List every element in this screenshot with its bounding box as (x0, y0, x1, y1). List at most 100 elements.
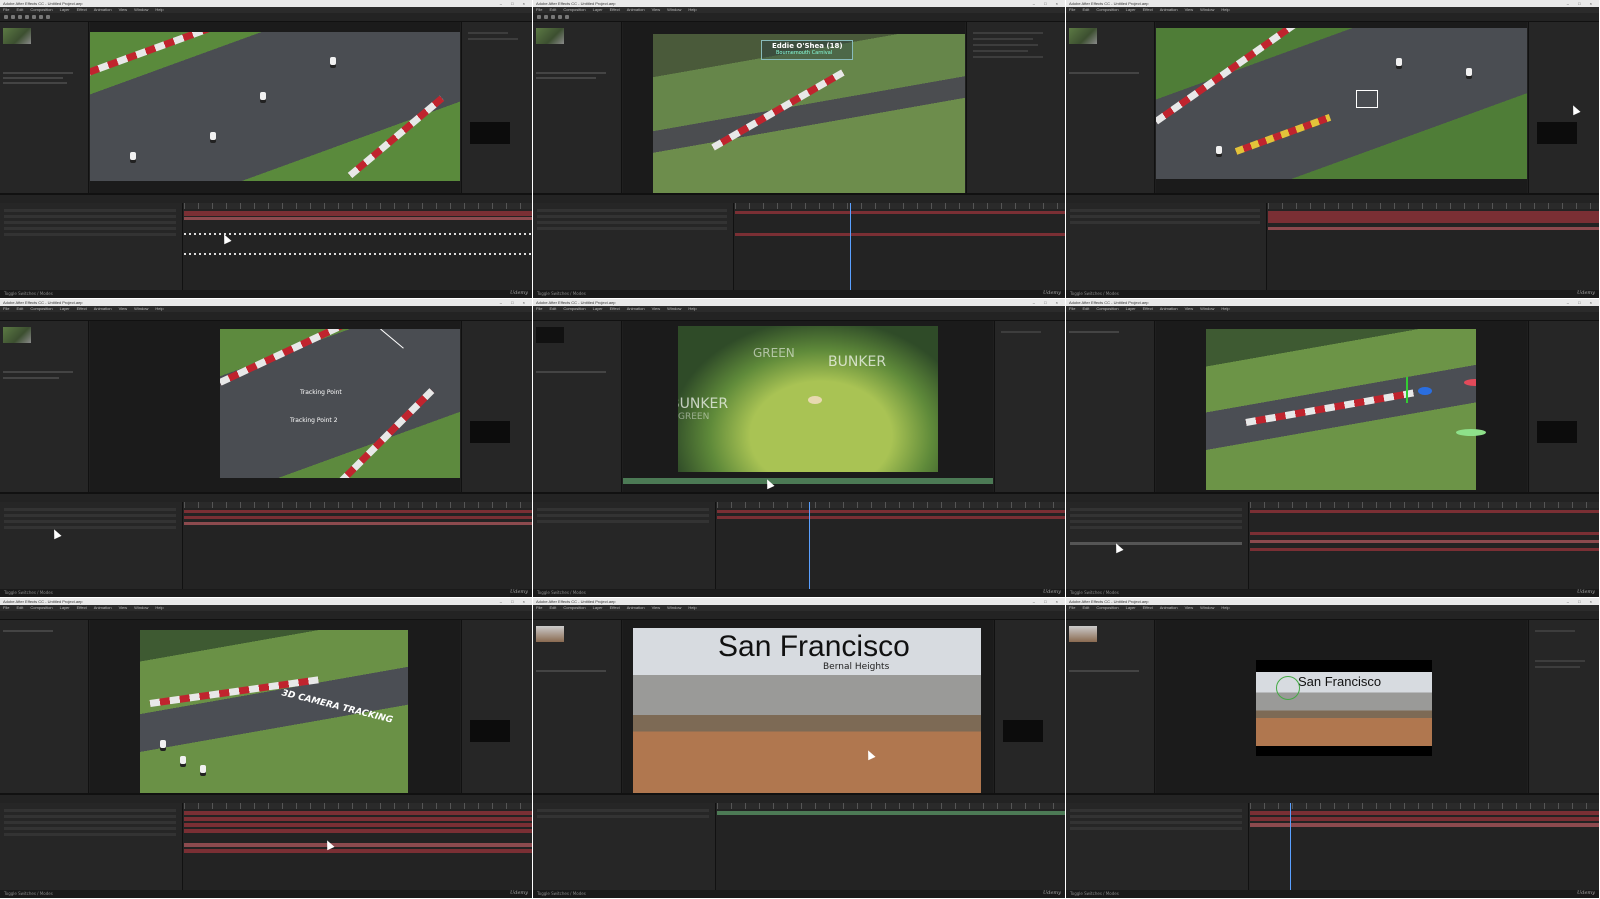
timeline-panel[interactable] (1066, 793, 1599, 890)
tools-toolbar[interactable] (0, 611, 532, 620)
composition-viewer[interactable] (1156, 22, 1527, 195)
ruler (1250, 502, 1599, 508)
bar (184, 211, 532, 216)
tools-toolbar[interactable] (1066, 312, 1599, 321)
lr (537, 221, 727, 224)
timeline-tracks[interactable] (735, 203, 1065, 290)
watermark: Udemy (1043, 890, 1061, 896)
tracking-box[interactable] (1356, 90, 1378, 108)
playhead[interactable] (850, 203, 851, 290)
timeline-panel[interactable] (533, 193, 1065, 290)
row (3, 377, 59, 379)
statusbar: Toggle Switches / Modes Udemy (533, 589, 1065, 597)
composition-viewer[interactable] (90, 22, 460, 195)
layer-list[interactable] (0, 203, 183, 290)
timeline-panel[interactable] (0, 193, 532, 290)
panel-element: Adobe After Effects CC - Untitled Projec… (3, 599, 83, 604)
effects-panel[interactable] (994, 321, 1065, 494)
layer-bar-green[interactable] (623, 478, 993, 484)
layer-list[interactable] (533, 203, 734, 290)
effects-panel[interactable] (461, 620, 532, 795)
san-francisco-title: San Francisco (718, 630, 910, 663)
tools-toolbar[interactable] (533, 611, 1065, 620)
panel-element (4, 15, 8, 19)
ln (973, 32, 1043, 34)
timeline-panel[interactable] (533, 793, 1065, 890)
row (3, 77, 63, 79)
watermark: Udemy (1043, 589, 1061, 595)
composition-viewer[interactable] (1156, 321, 1527, 494)
panel-element (1276, 676, 1300, 700)
playhead (1290, 803, 1291, 890)
project-panel[interactable] (1066, 22, 1155, 195)
effects-panel[interactable] (461, 321, 532, 494)
tools-toolbar[interactable] (1066, 13, 1599, 22)
effects-panel[interactable] (1528, 22, 1599, 195)
project-panel[interactable] (1066, 620, 1155, 795)
thumb (1069, 626, 1097, 642)
project-panel[interactable] (533, 620, 622, 795)
project-panel[interactable] (533, 321, 622, 494)
project-panel[interactable] (1066, 321, 1155, 494)
rider (330, 57, 336, 65)
composition-viewer[interactable]: 3D CAMERA TRACKING (90, 620, 460, 795)
timeline-tracks[interactable] (184, 203, 532, 290)
composition-viewer[interactable]: Tracking Point Tracking Point 2 (90, 321, 460, 494)
panel-element: Toggle Switches / Modes (1070, 291, 1119, 296)
effects-panel[interactable] (1528, 321, 1599, 494)
effects-panel[interactable] (994, 620, 1065, 795)
3d-camera-tracking-text: 3D CAMERA TRACKING (280, 688, 394, 726)
ln (1535, 660, 1585, 662)
watermark: Udemy (1577, 589, 1595, 595)
panel-element: Toggle Switches / Modes (537, 891, 586, 896)
thumb (536, 626, 564, 642)
composition-viewer[interactable]: GREEN BUNKER BUNKER GREEN (623, 321, 993, 494)
timeline-panel[interactable] (533, 492, 1065, 589)
effects-panel[interactable] (1528, 620, 1599, 795)
panel-element: Toggle Switches / Modes (4, 291, 53, 296)
3d-gizmo[interactable] (1456, 429, 1486, 436)
lr (1070, 827, 1242, 830)
timeline-panel[interactable] (0, 793, 532, 890)
panel-element (544, 15, 548, 19)
name-title: Eddie O'Shea (18) (772, 42, 843, 50)
camera-tracking-footage: 3D CAMERA TRACKING (140, 630, 408, 793)
lr (4, 526, 176, 529)
title-bar: Adobe After Effects CC - Untitled Projec… (533, 0, 1065, 7)
lr (1070, 809, 1242, 812)
thumb (536, 327, 564, 343)
lr (4, 833, 176, 836)
ruler (184, 803, 532, 809)
project-panel[interactable] (0, 321, 89, 494)
tools-toolbar[interactable] (533, 13, 1065, 22)
project-panel[interactable] (533, 22, 622, 195)
composition-viewer[interactable]: San Francisco (1156, 620, 1527, 795)
tools-toolbar[interactable] (0, 312, 532, 321)
effects-panel[interactable] (461, 22, 532, 195)
window-controls[interactable]: – □ × (500, 0, 529, 7)
effects-panel[interactable] (966, 22, 1065, 195)
rider (1396, 58, 1402, 66)
tl-left (1066, 203, 1267, 290)
lr (1070, 209, 1260, 212)
lr (4, 233, 176, 236)
tl-left (533, 803, 716, 890)
timeline-panel[interactable] (1066, 492, 1599, 589)
timeline-panel[interactable] (0, 492, 532, 589)
tools-toolbar[interactable] (0, 13, 532, 22)
lr (537, 514, 709, 517)
panel-element (46, 15, 50, 19)
bar (717, 516, 1065, 519)
topbar: Adobe After Effects CC - Untitled Projec… (533, 299, 1065, 306)
composition-viewer[interactable]: San Francisco Bernal Heights (623, 620, 993, 795)
project-panel[interactable] (0, 22, 89, 195)
lr (537, 520, 709, 523)
row (1069, 72, 1139, 74)
panel-element: Toggle Switches / Modes (537, 590, 586, 595)
project-panel[interactable] (0, 620, 89, 795)
tools-toolbar[interactable] (533, 312, 1065, 321)
tools-toolbar[interactable] (1066, 611, 1599, 620)
composition-viewer[interactable]: Eddie O'Shea (18) Bournemouth Carnival (623, 22, 965, 195)
timeline-panel[interactable] (1066, 193, 1599, 290)
bar (184, 849, 532, 853)
